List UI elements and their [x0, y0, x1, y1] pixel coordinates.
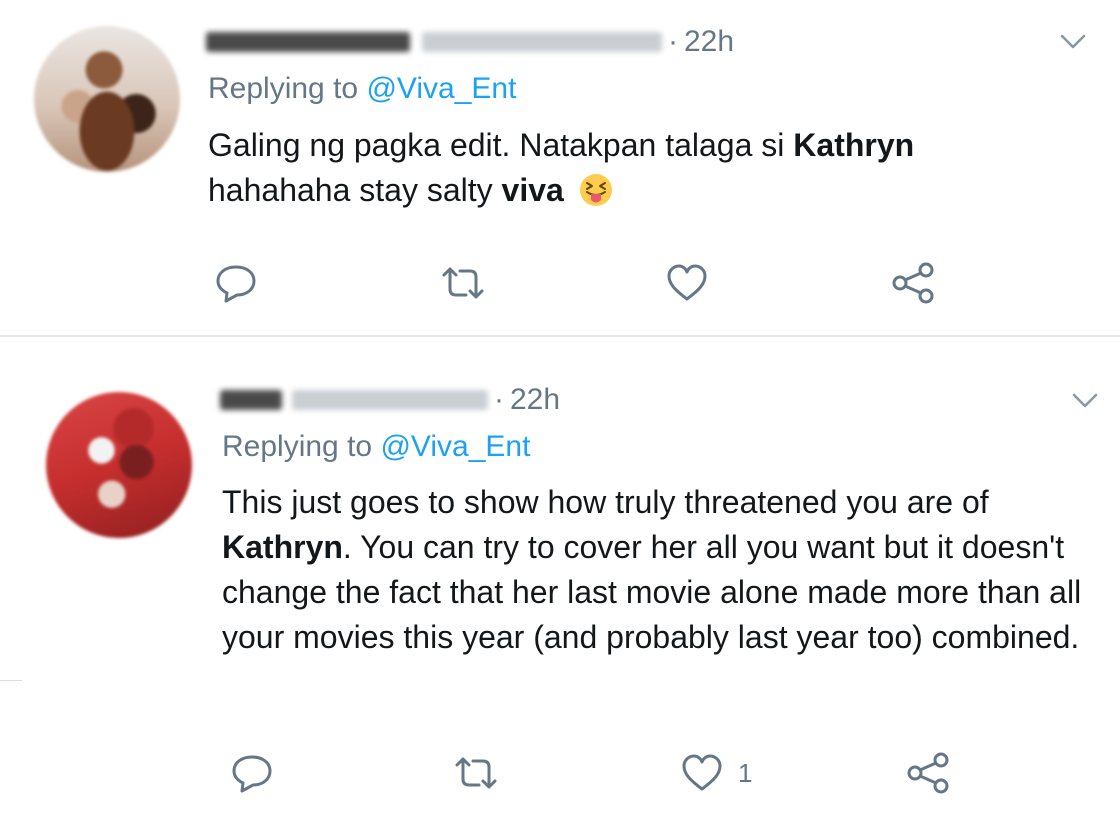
- heart-icon: [682, 754, 722, 791]
- retweet-icon: [455, 757, 497, 789]
- reply-handle-link[interactable]: @Viva_Ent: [380, 430, 530, 463]
- reply-button[interactable]: [230, 748, 274, 798]
- like-count: 1: [738, 757, 753, 788]
- timestamp[interactable]: 22h: [510, 383, 560, 417]
- username-redacted[interactable]: [292, 390, 488, 410]
- tweet-text-bold: Kathryn: [222, 529, 343, 565]
- thread-divider-stub: [0, 680, 22, 681]
- tweet-text-part: . You can try to cover her all you want …: [222, 529, 1082, 655]
- reply-icon: [232, 755, 272, 793]
- separator-dot: ·: [494, 383, 504, 416]
- display-name-redacted[interactable]: [220, 390, 282, 410]
- retweet-button[interactable]: [453, 748, 499, 798]
- replying-to: Replying to @Viva_Ent: [222, 430, 530, 464]
- chevron-down-icon[interactable]: [1070, 391, 1100, 411]
- replying-to-label: Replying to: [222, 430, 373, 463]
- share-button[interactable]: [905, 748, 953, 798]
- avatar[interactable]: [46, 392, 192, 538]
- tweet-text-part: This just goes to show how truly threate…: [222, 484, 989, 520]
- share-icon: [907, 752, 949, 794]
- tweet-text: This just goes to show how truly threate…: [222, 480, 1102, 660]
- action-bar: 1: [0, 748, 1120, 798]
- tweet-header: · 22h: [220, 380, 560, 420]
- like-button[interactable]: 1: [680, 748, 752, 798]
- tweet-card[interactable]: · 22h Replying to @Viva_Ent This just go…: [0, 0, 1120, 819]
